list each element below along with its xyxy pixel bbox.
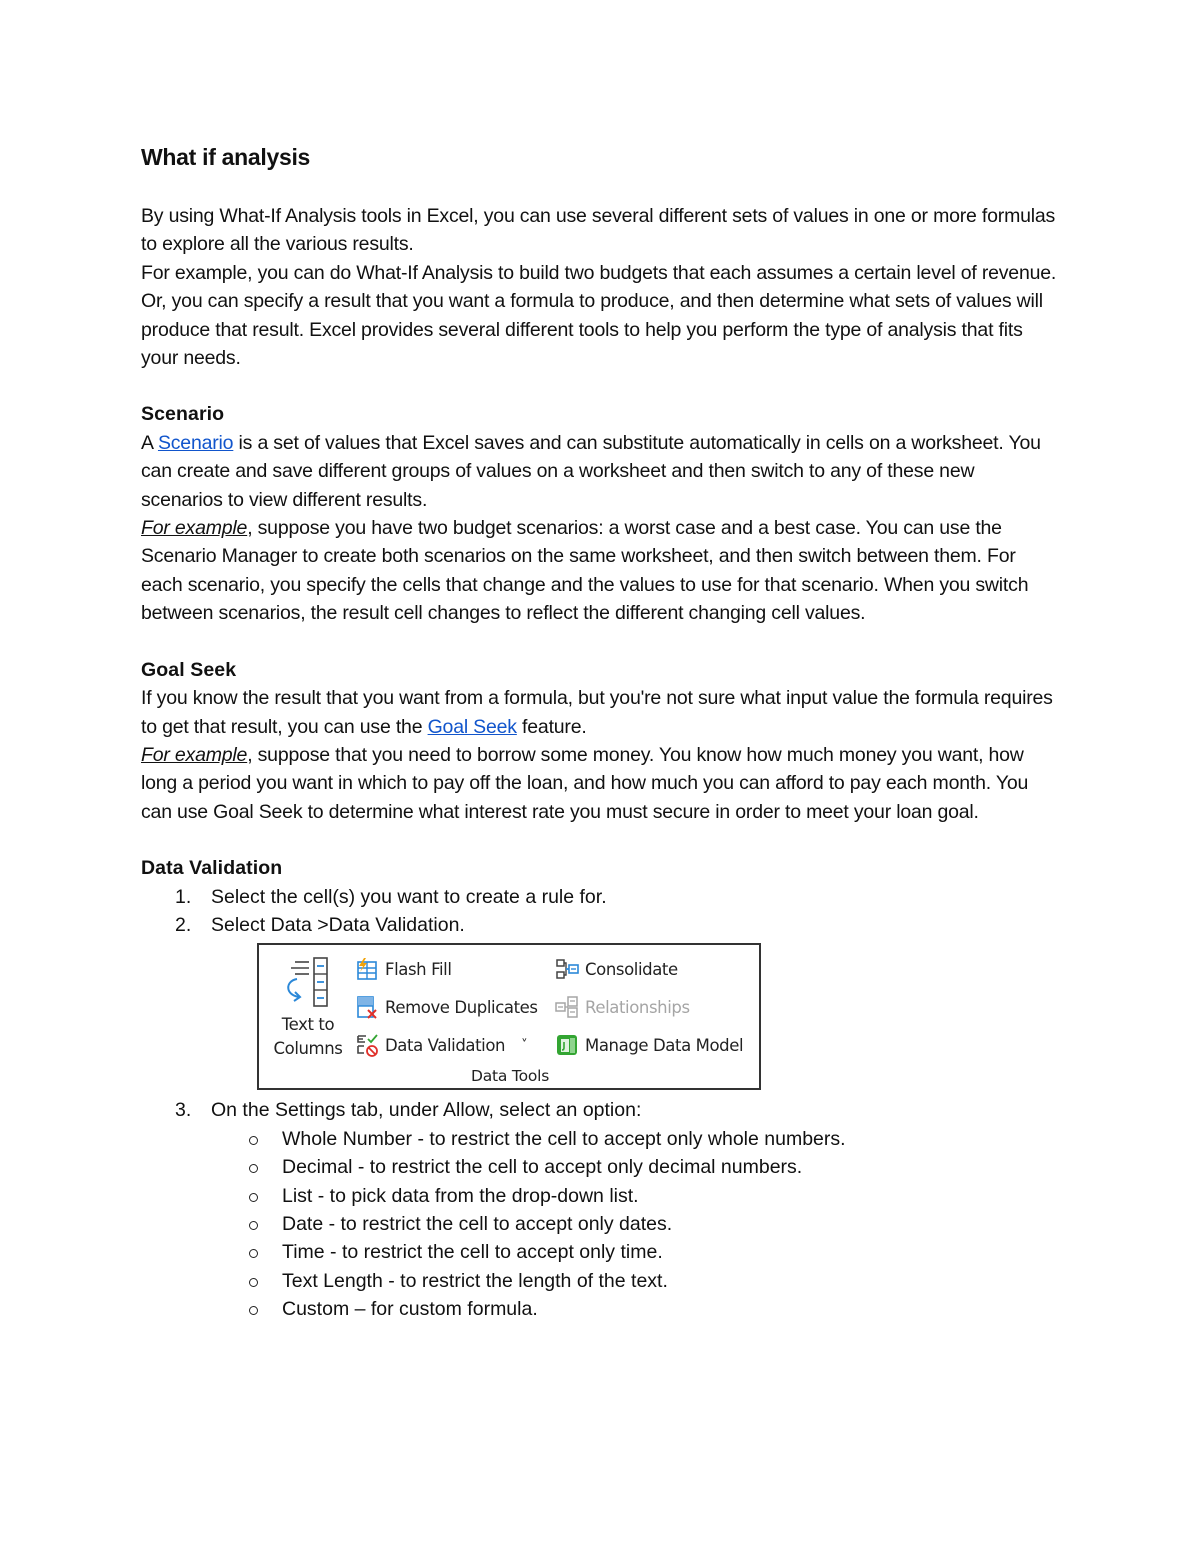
scenario-text-post: is a set of values that Excel saves and … [141,431,1041,511]
scenario-example: For example, suppose you have two budget… [141,514,1061,628]
manage-data-model-button[interactable]: Manage Data Model [555,1033,744,1057]
circle-bullet-icon [249,1192,258,1202]
scenario-link[interactable]: Scenario [158,432,234,454]
option-item: Whole Number - to restrict the cell to a… [141,1125,1061,1153]
goal-seek-text-post: feature. [516,715,587,738]
data-validation-heading: Data Validation [141,857,283,880]
intro-paragraph-2: For example, you can do What-If Analysis… [141,261,1057,370]
goal-seek-link[interactable]: Goal Seek [428,716,517,738]
remove-duplicates-button[interactable]: Remove Duplicates [355,995,538,1020]
data-tools-ribbon-image: Text to Columns Flash Fill Remove Duplic… [257,943,761,1091]
relationships-button[interactable]: Relationships [555,995,690,1019]
option-text: Custom – for custom formula. [282,1298,538,1321]
data-validation-icon [357,1034,378,1058]
option-item: Time - to restrict the cell to accept on… [141,1238,1061,1266]
consolidate-label: Consolidate [585,959,678,979]
goal-seek-definition: If you know the result that you want fro… [141,684,1061,741]
data-validation-button[interactable]: Data Validation ˅ [355,1033,528,1058]
text-to-columns-icon [287,957,328,1008]
steps-list: 1. Select the cell(s) you want to create … [141,883,1061,940]
consolidate-icon [556,959,579,980]
text-to-columns-button[interactable]: Text to Columns [271,957,345,1061]
text-to-columns-label-1: Text to [281,1015,335,1035]
circle-bullet-icon [249,1220,258,1230]
data-validation-label: Data Validation [385,1035,506,1055]
scenario-example-text: , suppose you have two budget scenarios:… [141,517,1029,625]
scenario-heading: Scenario [141,403,225,426]
step-item: 1. Select the cell(s) you want to create … [141,883,1061,911]
option-text: Date - to restrict the cell to accept on… [282,1212,673,1235]
flash-fill-icon [357,958,377,981]
manage-data-model-icon [557,1035,577,1056]
chevron-down-icon[interactable]: ˅ [521,1038,528,1053]
option-item: Text Length - to restrict the length of … [141,1267,1061,1295]
option-text: Whole Number - to restrict the cell to a… [282,1127,846,1150]
option-item: Decimal - to restrict the cell to accept… [141,1153,1061,1181]
option-item: Custom – for custom formula. [141,1295,1061,1323]
goal-seek-text-pre: If you know the result that you want fro… [141,687,1053,738]
option-item: List - to pick data from the drop-down l… [141,1182,1061,1210]
step-text: On the Settings tab, under Allow, select… [211,1099,642,1122]
intro-paragraph-1: By using What-If Analysis tools in Excel… [141,205,1056,256]
step-number: 1. [175,885,192,908]
scenario-definition: A Scenario is a set of values that Excel… [141,429,1061,514]
step-text: Select the cell(s) you want to create a … [211,885,607,908]
step-number: 2. [175,913,192,936]
data-tools-group-label: Data Tools [471,1067,550,1086]
allow-options-list: Whole Number - to restrict the cell to a… [141,1125,1061,1324]
remove-duplicates-label: Remove Duplicates [385,997,538,1017]
option-item: Date - to restrict the cell to accept on… [141,1210,1061,1238]
flash-fill-button[interactable]: Flash Fill [355,957,452,981]
example-label: For example [141,743,248,766]
goal-seek-example: For example, suppose that you need to bo… [141,741,1061,826]
step-item: 2. Select Data >Data Validation. [141,911,1061,939]
document-page: What if analysis By using What-If Analys… [141,140,1061,1324]
step-item: 3. On the Settings tab, under Allow, sele… [141,1096,1061,1124]
steps-list-continued: 3. On the Settings tab, under Allow, sele… [141,1096,1061,1124]
circle-bullet-icon [249,1164,258,1174]
example-label: For example [141,517,248,540]
circle-bullet-icon [249,1306,258,1316]
circle-bullet-icon [249,1249,258,1259]
page-title: What if analysis [141,144,311,170]
remove-duplicates-icon [357,996,377,1020]
manage-data-model-label: Manage Data Model [585,1035,744,1055]
option-text: Text Length - to restrict the length of … [282,1269,668,1292]
goal-seek-heading: Goal Seek [141,658,237,681]
flash-fill-label: Flash Fill [385,959,452,979]
step-text: Select Data >Data Validation. [211,913,465,936]
scenario-text-pre: A [141,431,158,454]
circle-bullet-icon [249,1135,258,1145]
circle-bullet-icon [249,1277,258,1287]
step-number: 3. [175,1099,192,1122]
consolidate-button[interactable]: Consolidate [555,957,678,981]
text-to-columns-label-2: Columns [273,1039,343,1059]
goal-seek-example-text: , suppose that you need to borrow some m… [141,743,1029,823]
option-text: List - to pick data from the drop-down l… [282,1184,639,1207]
relationships-label: Relationships [585,997,690,1017]
option-text: Time - to restrict the cell to accept on… [282,1241,663,1264]
option-text: Decimal - to restrict the cell to accept… [282,1156,803,1179]
relationships-icon [555,996,578,1019]
